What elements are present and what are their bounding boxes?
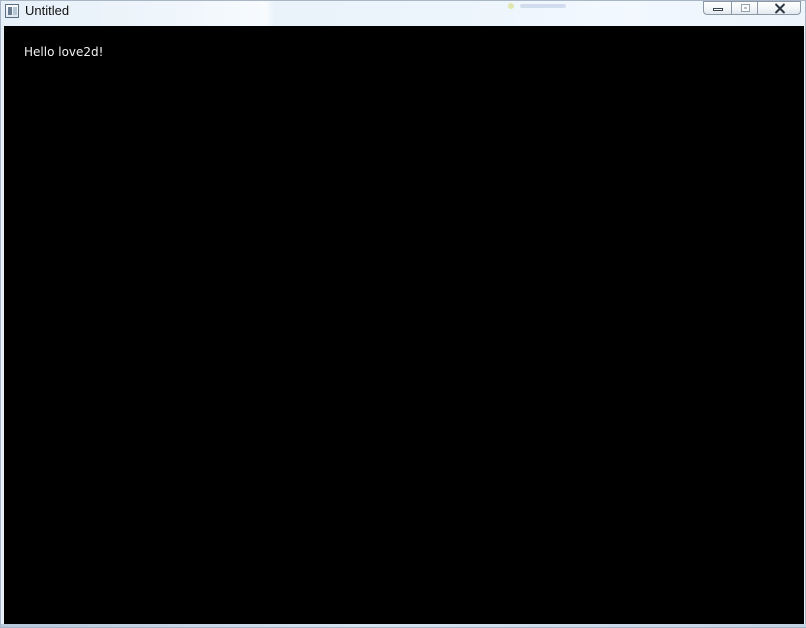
application-window: Untitled Hello love2d! (0, 0, 806, 628)
maximize-icon (741, 4, 750, 12)
background-status-icon (508, 3, 514, 9)
hello-love2d-text: Hello love2d! (24, 45, 104, 59)
background-window-detail (502, 1, 582, 13)
background-text-bar (520, 4, 566, 8)
close-icon (774, 3, 785, 14)
window-controls (703, 1, 803, 16)
minimize-icon (713, 8, 723, 11)
window-title: Untitled (25, 3, 70, 18)
title-bar[interactable]: Untitled (1, 1, 806, 25)
minimize-button[interactable] (703, 1, 732, 15)
window-bottom-edge (1, 624, 806, 627)
maximize-button[interactable] (731, 1, 758, 15)
love2d-canvas[interactable]: Hello love2d! (4, 26, 804, 626)
close-button[interactable] (757, 1, 801, 15)
application-window-icon (5, 4, 19, 18)
